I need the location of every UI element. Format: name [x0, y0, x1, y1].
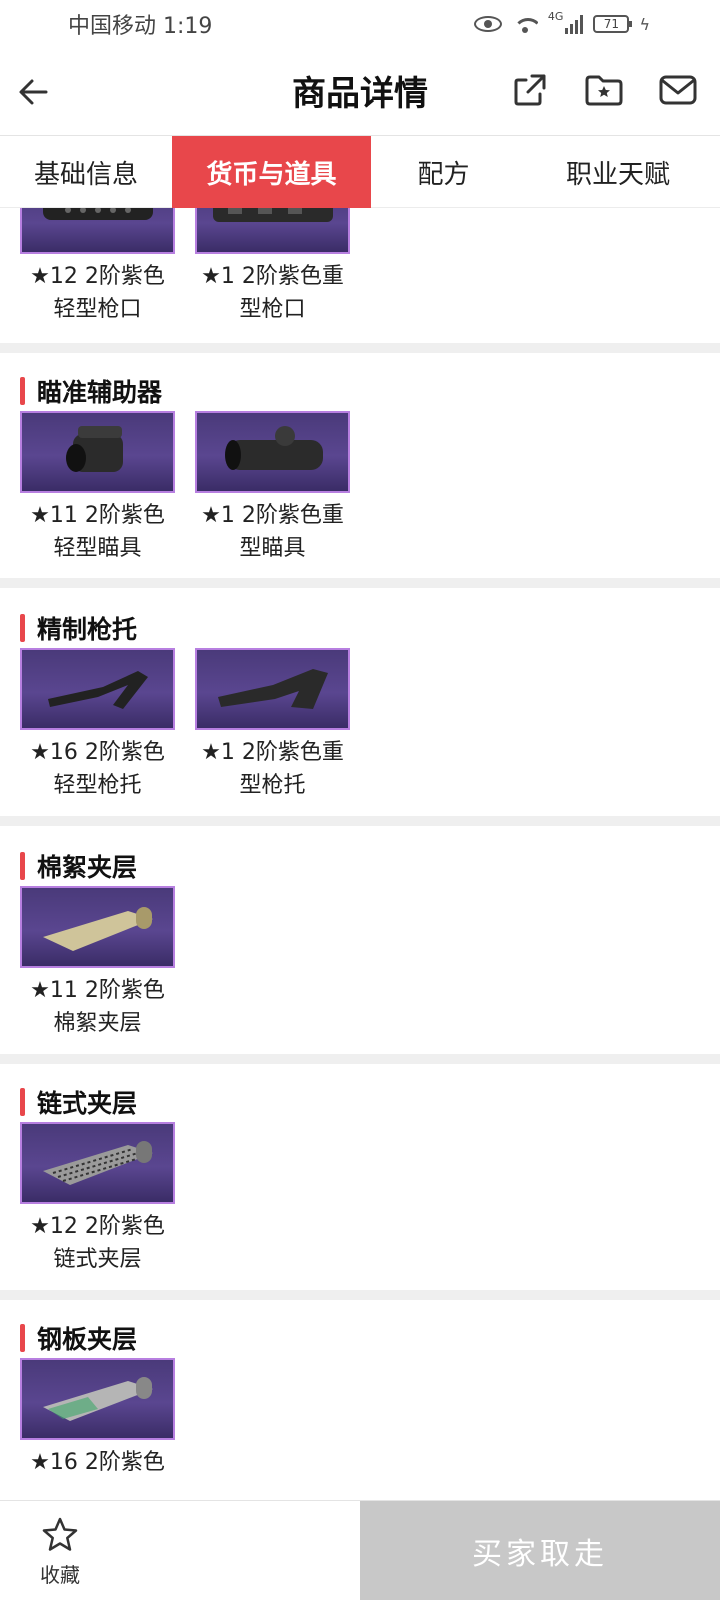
- item-label: ★11 2阶紫色 棉絮夹层: [30, 978, 165, 1036]
- back-arrow-icon: [19, 79, 48, 105]
- status-bar: 中国移动 1:19 4G 71 ϟ: [0, 0, 720, 48]
- star-icon: [42, 1517, 78, 1551]
- item-label: ★12 2阶紫色 轻型枪口: [30, 264, 165, 322]
- item-thumbnail: [20, 1122, 175, 1204]
- cotton-lining-icon: [42, 907, 153, 951]
- battery-icon: 71: [593, 15, 633, 33]
- message-icon: [659, 75, 697, 105]
- status-icons: 4G 71 ϟ: [473, 10, 650, 34]
- item-thumbnail: [20, 648, 175, 730]
- item-card[interactable]: ★16 2阶紫色 轻型枪托: [20, 648, 175, 802]
- message-button[interactable]: [656, 68, 700, 112]
- section-title: 棉絮夹层: [20, 850, 137, 882]
- item-card[interactable]: ★1 2阶紫色重 型瞄具: [195, 411, 350, 565]
- item-thumbnail: [20, 411, 175, 493]
- item-label: ★1 2阶紫色重 型枪托: [201, 740, 344, 798]
- light-stock-icon: [47, 671, 148, 709]
- section-chain-lining: 链式夹层 ★12 2阶紫色 链式夹层: [0, 1064, 720, 1290]
- section-title: 钢板夹层: [20, 1322, 137, 1354]
- item-card[interactable]: ★16 2阶紫色: [20, 1358, 175, 1479]
- status-carrier-time: 中国移动 1:19: [68, 14, 213, 39]
- section-title: 精制枪托: [20, 612, 137, 644]
- heavy-stock-icon: [217, 669, 328, 709]
- light-muzzle-icon: [42, 208, 153, 220]
- item-label: ★16 2阶紫色: [30, 1450, 165, 1475]
- light-scope-icon: [65, 426, 123, 472]
- collect-folder-button[interactable]: [582, 68, 626, 112]
- buyer-take-button[interactable]: 买家取走: [360, 1501, 720, 1600]
- item-card[interactable]: ★12 2阶紫色 链式夹层: [20, 1122, 175, 1276]
- tab-currency-items[interactable]: 货币与道具: [172, 136, 371, 208]
- signal-icon: [565, 14, 584, 34]
- item-thumbnail: [20, 886, 175, 968]
- item-label: ★11 2阶紫色 轻型瞄具: [30, 503, 165, 561]
- header: 商品详情: [0, 48, 720, 136]
- item-thumbnail: [195, 208, 350, 254]
- section-title: 链式夹层: [20, 1086, 137, 1118]
- item-card[interactable]: ★11 2阶紫色 棉絮夹层: [20, 886, 175, 1040]
- share-button[interactable]: [508, 68, 552, 112]
- item-label: ★1 2阶紫色重 型瞄具: [201, 503, 344, 561]
- item-grid: ★16 2阶紫色: [20, 1358, 175, 1479]
- eye-icon: [473, 16, 502, 32]
- chain-lining-icon: [42, 1141, 153, 1185]
- favorite-label: 收藏: [40, 1562, 80, 1587]
- section-stock: 精制枪托 ★16 2阶紫色 轻型枪托 ★1 2阶紫色重 型枪托: [0, 588, 720, 816]
- item-grid: ★11 2阶紫色 轻型瞄具 ★1 2阶紫色重 型瞄具: [20, 411, 350, 565]
- bottom-bar: 收藏 买家取走: [0, 1500, 720, 1600]
- item-thumbnail: [20, 208, 175, 254]
- item-thumbnail: [195, 648, 350, 730]
- item-card[interactable]: ★1 2阶紫色重 型枪口: [195, 208, 350, 326]
- item-card[interactable]: ★12 2阶紫色 轻型枪口: [20, 208, 175, 326]
- network-label: 4G: [547, 9, 564, 23]
- item-grid: ★11 2阶紫色 棉絮夹层: [20, 886, 175, 1040]
- heavy-scope-icon: [224, 426, 323, 470]
- tab-recipes[interactable]: 配方: [371, 136, 516, 208]
- section-scope: 瞄准辅助器 ★11 2阶紫色 轻型瞄具 ★1 2阶紫色重 型瞄具: [0, 353, 720, 578]
- tab-talents[interactable]: 职业天赋: [516, 136, 720, 208]
- header-actions: [508, 68, 700, 112]
- wifi-icon: [512, 14, 538, 34]
- section-steel-lining: 钢板夹层 ★16 2阶紫色: [0, 1300, 720, 1500]
- back-button[interactable]: [12, 70, 56, 114]
- tab-basic-info[interactable]: 基础信息: [0, 136, 172, 208]
- charging-icon: ϟ: [639, 14, 650, 34]
- item-list-scroll[interactable]: ★12 2阶紫色 轻型枪口 ★1 2阶紫色重 型枪口 瞄准辅助器 ★11 2阶紫…: [0, 208, 720, 1500]
- item-label: ★12 2阶紫色 链式夹层: [30, 1214, 165, 1272]
- item-grid: ★12 2阶紫色 链式夹层: [20, 1122, 175, 1276]
- item-label: ★16 2阶紫色 轻型枪托: [30, 740, 165, 798]
- item-card[interactable]: ★11 2阶紫色 轻型瞄具: [20, 411, 175, 565]
- item-grid: ★16 2阶紫色 轻型枪托 ★1 2阶紫色重 型枪托: [20, 648, 350, 802]
- item-label: ★1 2阶紫色重 型枪口: [201, 264, 344, 322]
- section-muzzle: ★12 2阶紫色 轻型枪口 ★1 2阶紫色重 型枪口: [0, 208, 720, 343]
- section-title: 瞄准辅助器: [20, 375, 162, 407]
- tab-bar: 基础信息 货币与道具 配方 职业天赋: [0, 136, 720, 208]
- item-card[interactable]: ★1 2阶紫色重 型枪托: [195, 648, 350, 802]
- heavy-muzzle-icon: [212, 208, 333, 222]
- favorites-folder-icon: [585, 75, 623, 106]
- item-thumbnail: [20, 1358, 175, 1440]
- item-grid: ★12 2阶紫色 轻型枪口 ★1 2阶紫色重 型枪口: [20, 208, 350, 326]
- item-thumbnail: [195, 411, 350, 493]
- section-cotton-lining: 棉絮夹层 ★11 2阶紫色 棉絮夹层: [0, 826, 720, 1054]
- steel-lining-icon: [42, 1377, 153, 1421]
- favorite-button[interactable]: 收藏: [0, 1501, 120, 1600]
- share-icon: [514, 74, 546, 106]
